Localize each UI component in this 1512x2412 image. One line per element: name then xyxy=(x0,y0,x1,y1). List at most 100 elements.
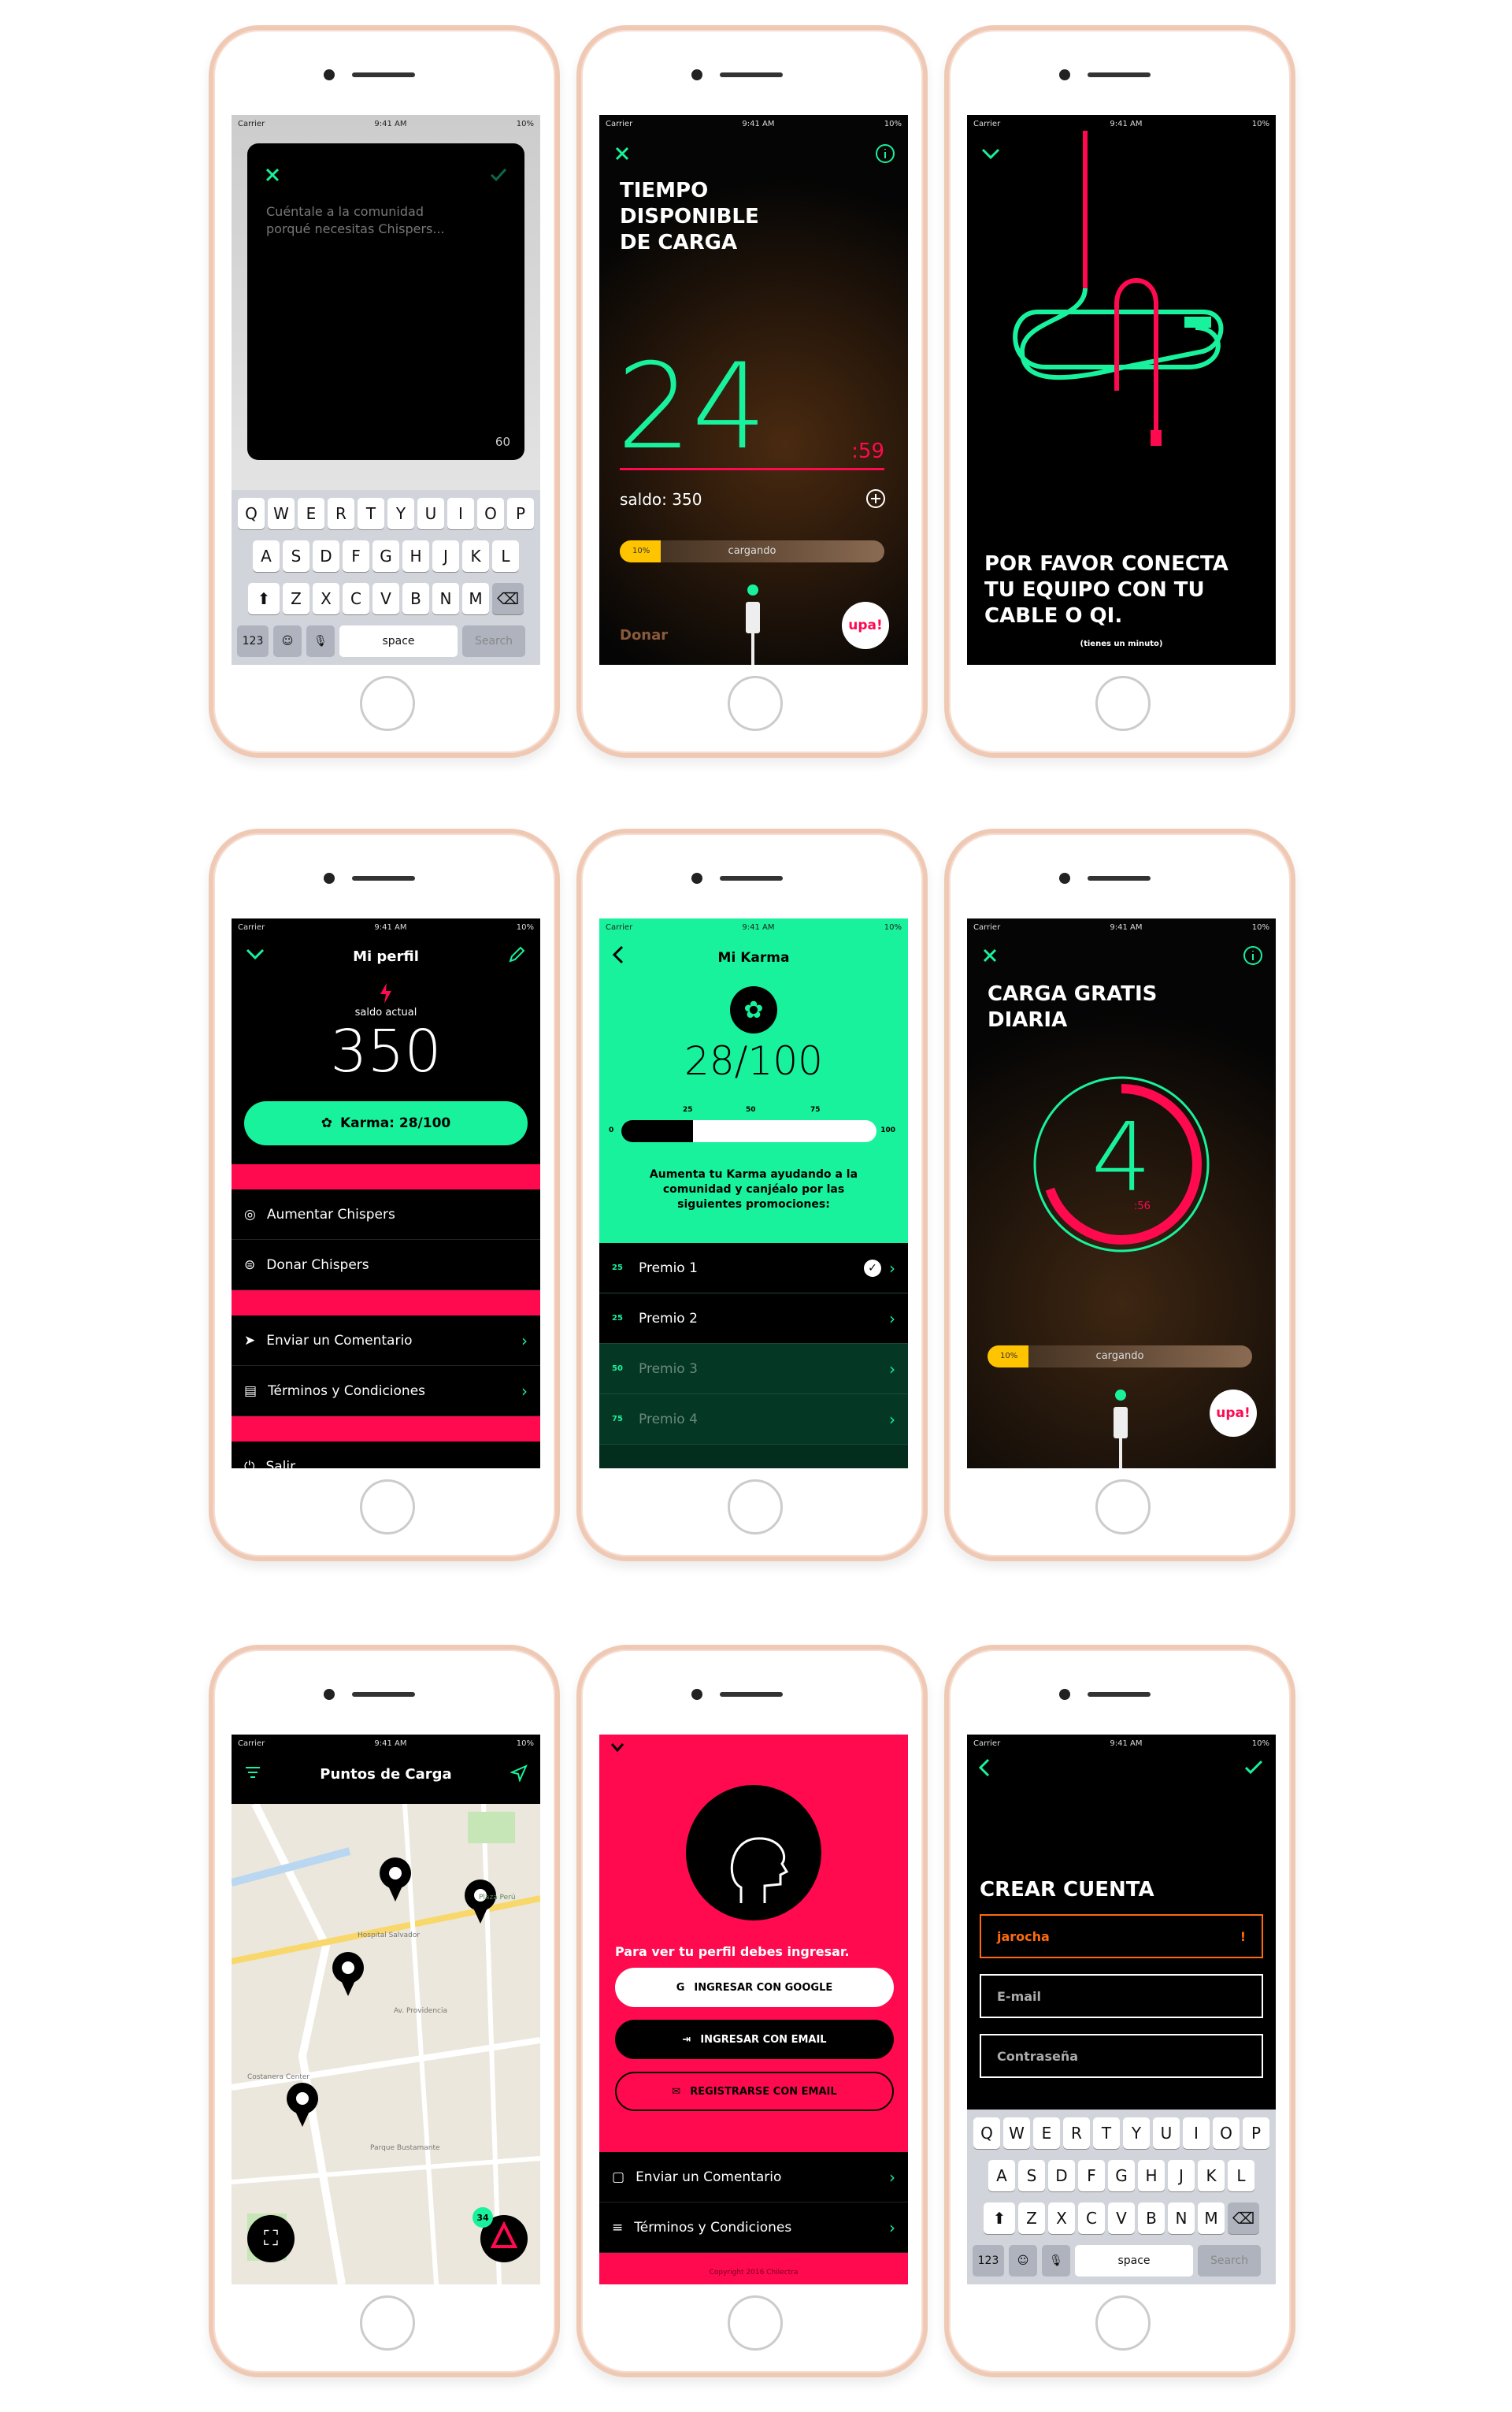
prize-row[interactable]: 25 Premio 2 › xyxy=(599,1293,908,1344)
key-a[interactable]: A xyxy=(988,2160,1015,2191)
check-icon[interactable] xyxy=(1244,1760,1263,1776)
key-x[interactable]: X xyxy=(313,583,339,614)
home-button[interactable] xyxy=(1095,676,1151,731)
key-u[interactable]: U xyxy=(417,498,444,529)
home-button[interactable] xyxy=(360,1479,415,1534)
key-i[interactable]: I xyxy=(1183,2117,1210,2149)
email-field[interactable]: E-mail xyxy=(980,1974,1263,2018)
key-j[interactable]: J xyxy=(1168,2160,1195,2191)
key-l[interactable]: L xyxy=(1228,2160,1254,2191)
key-w[interactable]: W xyxy=(268,498,295,529)
key-c[interactable]: C xyxy=(343,583,369,614)
menu-donar[interactable]: ⊜ Donar Chispers xyxy=(232,1240,540,1290)
menu-comentario[interactable]: ➤ Enviar un Comentario › xyxy=(232,1315,540,1366)
username-field[interactable]: jarocha! xyxy=(980,1914,1263,1958)
numbers-key[interactable]: 123 xyxy=(973,2245,1004,2277)
space-key[interactable]: space xyxy=(339,625,458,657)
key-s[interactable]: S xyxy=(1018,2160,1045,2191)
key-s[interactable]: S xyxy=(283,540,309,572)
home-button[interactable] xyxy=(728,676,783,731)
add-icon[interactable] xyxy=(865,488,886,509)
key-r[interactable]: R xyxy=(328,498,354,529)
key-e[interactable]: E xyxy=(298,498,324,529)
key-r[interactable]: R xyxy=(1063,2117,1090,2149)
key-v[interactable]: V xyxy=(1108,2202,1135,2234)
key-o[interactable]: O xyxy=(1213,2117,1240,2149)
check-icon[interactable] xyxy=(490,167,507,183)
map-view[interactable] xyxy=(232,1804,540,2284)
key-n[interactable]: N xyxy=(1168,2202,1195,2234)
chevron-down-icon[interactable] xyxy=(610,1742,624,1753)
menu-comentario[interactable]: ▢ Enviar un Comentario › xyxy=(599,2152,908,2202)
expand-icon[interactable]: ⛶ xyxy=(247,2215,295,2262)
karma-button[interactable]: ✿ Karma: 28/100 xyxy=(244,1101,528,1145)
key-p[interactable]: P xyxy=(507,498,534,529)
key-a[interactable]: A xyxy=(253,540,280,572)
key-h[interactable]: H xyxy=(1138,2160,1165,2191)
key-g[interactable]: G xyxy=(1108,2160,1135,2191)
home-button[interactable] xyxy=(360,2295,415,2351)
key-y[interactable]: Y xyxy=(387,498,414,529)
key-q[interactable]: Q xyxy=(238,498,265,529)
home-button[interactable] xyxy=(360,676,415,731)
key-y[interactable]: Y xyxy=(1123,2117,1150,2149)
key-j[interactable]: J xyxy=(432,540,459,572)
password-field[interactable]: Contraseña xyxy=(980,2034,1263,2078)
home-button[interactable] xyxy=(728,1479,783,1534)
key-x[interactable]: X xyxy=(1048,2202,1075,2234)
delete-key[interactable]: ⌫ xyxy=(492,583,524,614)
donar-button[interactable]: Donar xyxy=(620,627,668,644)
location-arrow-icon[interactable] xyxy=(510,1764,528,1782)
key-t[interactable]: T xyxy=(1093,2117,1120,2149)
numbers-key[interactable]: 123 xyxy=(237,625,269,657)
key-h[interactable]: H xyxy=(402,540,429,572)
key-v[interactable]: V xyxy=(372,583,399,614)
key-z[interactable]: Z xyxy=(1018,2202,1045,2234)
key-e[interactable]: E xyxy=(1033,2117,1060,2149)
menu-terminos[interactable]: ≡ Términos y Condiciones › xyxy=(599,2202,908,2253)
key-d[interactable]: D xyxy=(1048,2160,1075,2191)
close-icon[interactable] xyxy=(983,948,997,963)
info-icon[interactable] xyxy=(875,143,895,164)
upa-badge[interactable]: upa! xyxy=(1210,1390,1257,1437)
key-g[interactable]: G xyxy=(372,540,399,572)
comment-input[interactable]: Cuéntale a la comunidad porqué necesitas… xyxy=(266,203,455,238)
mic-key[interactable]: 🎙 xyxy=(306,625,335,657)
back-icon[interactable] xyxy=(978,1758,991,1777)
key-c[interactable]: C xyxy=(1078,2202,1105,2234)
key-z[interactable]: Z xyxy=(283,583,309,614)
space-key[interactable]: space xyxy=(1075,2245,1193,2277)
key-q[interactable]: Q xyxy=(973,2117,1000,2149)
upa-badge[interactable]: upa! xyxy=(842,602,889,649)
emoji-key[interactable]: ☺ xyxy=(1009,2245,1037,2277)
key-f[interactable]: F xyxy=(343,540,369,572)
close-icon[interactable] xyxy=(615,147,629,161)
menu-aumentar[interactable]: ◎ Aumentar Chispers xyxy=(232,1189,540,1240)
menu-salir[interactable]: ⏻ Salir xyxy=(232,1442,540,1469)
shift-key[interactable]: ⬆ xyxy=(984,2202,1015,2234)
edit-icon[interactable] xyxy=(507,945,526,964)
key-f[interactable]: F xyxy=(1078,2160,1105,2191)
register-button[interactable]: ✉ REGISTRARSE CON EMAIL xyxy=(615,2072,894,2111)
home-button[interactable] xyxy=(1095,2295,1151,2351)
prize-row[interactable]: 75 Premio 4 › xyxy=(599,1394,908,1445)
key-b[interactable]: B xyxy=(1138,2202,1165,2234)
key-k[interactable]: K xyxy=(1198,2160,1225,2191)
prize-row[interactable]: 50 Premio 3 › xyxy=(599,1344,908,1394)
key-u[interactable]: U xyxy=(1153,2117,1180,2149)
delete-key[interactable]: ⌫ xyxy=(1228,2202,1259,2234)
key-l[interactable]: L xyxy=(492,540,519,572)
key-o[interactable]: O xyxy=(477,498,504,529)
mic-key[interactable]: 🎙 xyxy=(1042,2245,1070,2277)
key-n[interactable]: N xyxy=(432,583,459,614)
home-button[interactable] xyxy=(728,2295,783,2351)
key-w[interactable]: W xyxy=(1003,2117,1030,2149)
key-p[interactable]: P xyxy=(1243,2117,1269,2149)
key-b[interactable]: B xyxy=(402,583,429,614)
search-key[interactable]: Search xyxy=(1198,2245,1261,2277)
search-key[interactable]: Search xyxy=(462,625,525,657)
shift-key[interactable]: ⬆ xyxy=(248,583,280,614)
home-button[interactable] xyxy=(1095,1479,1151,1534)
menu-terminos[interactable]: ▤ Términos y Condiciones › xyxy=(232,1366,540,1416)
key-k[interactable]: K xyxy=(462,540,489,572)
